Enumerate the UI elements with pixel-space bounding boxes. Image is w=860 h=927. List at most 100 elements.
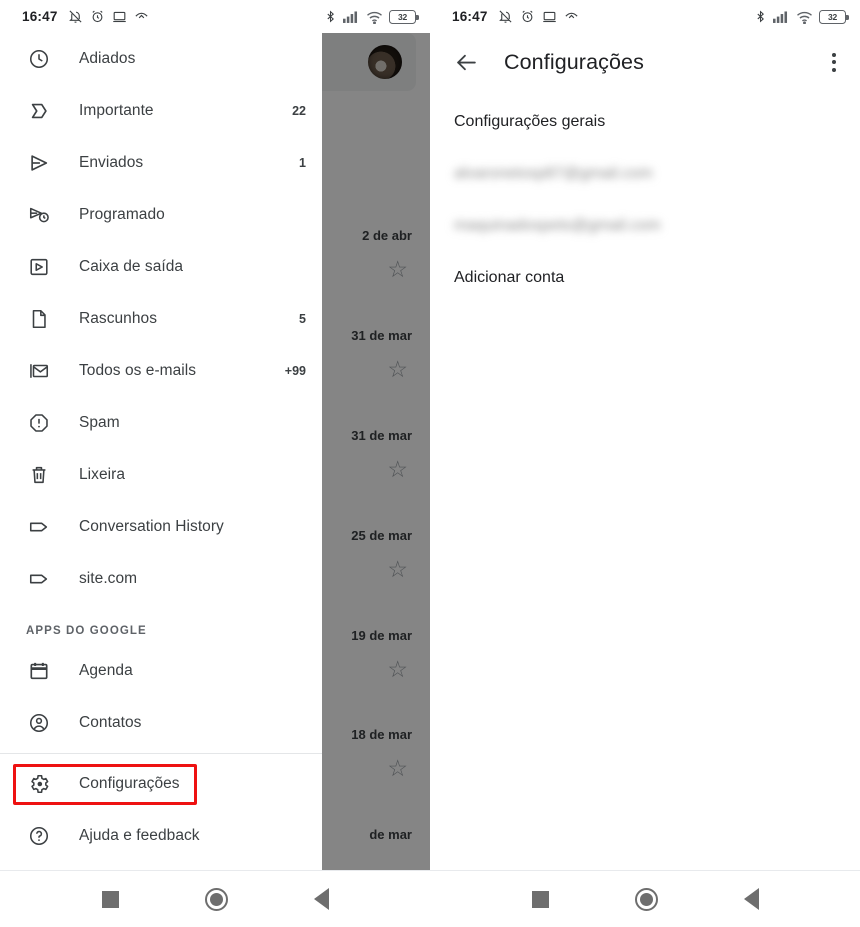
sidebar-item-label: Caixa de saída: [79, 258, 184, 275]
silent-mode-icon: [498, 9, 513, 24]
android-nav-bar-right: [430, 870, 860, 927]
status-bar-right-group: 32: [324, 9, 419, 24]
sidebar-item-count: 1: [299, 156, 306, 170]
important-icon: [26, 100, 52, 122]
sidebar-item-spam[interactable]: Spam: [0, 397, 322, 449]
cellular-signal-icon: [343, 10, 360, 24]
silent-mode-icon: [68, 9, 83, 24]
help-icon: [26, 825, 52, 847]
sidebar-item-enviados[interactable]: Enviados 1: [0, 137, 322, 189]
label-icon: [26, 516, 52, 538]
missed-call-icon: [134, 9, 149, 24]
alarm-icon: [90, 9, 105, 24]
wifi-icon: [796, 10, 813, 24]
settings-item-add-account[interactable]: Adicionar conta: [430, 252, 860, 304]
trash-icon: [26, 464, 52, 486]
alarm-icon: [520, 9, 535, 24]
clock-icon: [26, 48, 52, 70]
calendar-icon: [26, 660, 52, 682]
back-triangle-icon[interactable]: [743, 888, 759, 910]
page-title: Configurações: [504, 49, 644, 74]
home-circle-icon[interactable]: [204, 887, 228, 911]
sidebar-item-contatos[interactable]: Contatos: [0, 697, 322, 749]
sidebar-item-label: site.com: [79, 570, 138, 587]
gear-icon: [26, 773, 52, 795]
settings-item-account-1[interactable]: alvaronetosp87@gmail.com: [430, 148, 860, 200]
outbox-icon: [26, 256, 52, 278]
drawer-overlay-stack: 14 novas 2 de abr e o ☆ 31 de mar ol N ☆…: [0, 33, 430, 927]
settings-item-account-2[interactable]: maquinadospets@gmail.com: [430, 200, 860, 252]
sidebar-item-rascunhos[interactable]: Rascunhos 5: [0, 293, 322, 345]
settings-item-general[interactable]: Configurações gerais: [430, 96, 860, 148]
battery-icon: 32: [819, 9, 849, 24]
sidebar-item-label: Configurações: [79, 775, 180, 792]
sidebar-item-label: Todos os e-mails: [79, 362, 197, 379]
contacts-icon: [26, 712, 52, 734]
status-bar-left: 16:47 32: [0, 0, 430, 33]
sidebar-item-label: Rascunhos: [79, 310, 157, 327]
status-bar-right-group: 32: [754, 9, 849, 24]
sidebar-item-conversation-history[interactable]: Conversation History: [0, 501, 322, 553]
sidebar-item-site-com[interactable]: site.com: [0, 553, 322, 605]
spam-icon: [26, 412, 52, 434]
sidebar-item-programado[interactable]: Programado: [0, 189, 322, 241]
navigation-drawer: Adiados Importante 22 Enviados 1 Program…: [0, 33, 322, 927]
status-bar-left-group: 16:47: [22, 9, 149, 24]
sidebar-item-label: Programado: [79, 206, 165, 223]
overflow-menu-icon[interactable]: [826, 47, 842, 78]
sidebar-item-label: Contatos: [79, 714, 142, 731]
scheduled-icon: [26, 204, 52, 226]
status-bar-left-group: 16:47: [452, 9, 579, 24]
recents-square-icon[interactable]: [101, 890, 119, 908]
status-time: 16:47: [452, 9, 488, 24]
android-nav-bar-left: [0, 870, 430, 927]
left-screen-drawer: 16:47 32 2 de abr ☆ 31 de mar ☆ 31 de ma…: [0, 0, 430, 927]
section-header-google-apps: APPS DO GOOGLE: [26, 625, 147, 637]
battery-icon: 32: [389, 9, 419, 24]
sidebar-item-label: Adiados: [79, 50, 136, 67]
sidebar-item-configuracoes[interactable]: Configurações: [0, 758, 322, 810]
home-circle-icon[interactable]: [634, 887, 658, 911]
cellular-signal-icon: [773, 10, 790, 24]
bluetooth-icon: [754, 9, 767, 24]
drawer-divider: [0, 753, 322, 754]
sidebar-item-agenda[interactable]: Agenda: [0, 645, 322, 697]
sidebar-item-ajuda-e-feedback[interactable]: Ajuda e feedback: [0, 810, 322, 862]
sidebar-item-caixa-de-saida[interactable]: Caixa de saída: [0, 241, 322, 293]
sidebar-item-count: +99: [284, 364, 306, 378]
sidebar-item-label: Conversation History: [79, 518, 224, 535]
cast-screen-icon: [112, 9, 127, 24]
sidebar-item-count: 5: [299, 312, 306, 326]
send-icon: [26, 152, 52, 174]
sidebar-item-label: Agenda: [79, 662, 133, 679]
back-arrow-icon[interactable]: [454, 49, 480, 75]
sidebar-item-label: Ajuda e feedback: [79, 827, 200, 844]
cast-screen-icon: [542, 9, 557, 24]
settings-app-bar: Configurações: [430, 33, 860, 91]
wifi-icon: [366, 10, 383, 24]
sidebar-item-count: 22: [292, 104, 306, 118]
sidebar-item-label: Lixeira: [79, 466, 126, 483]
status-time: 16:47: [22, 9, 58, 24]
sidebar-item-todos-os-emails[interactable]: Todos os e-mails +99: [0, 345, 322, 397]
label-icon: [26, 568, 52, 590]
bluetooth-icon: [324, 9, 337, 24]
settings-item-label: maquinadospets@gmail.com: [454, 217, 661, 234]
draft-icon: [26, 308, 52, 330]
settings-item-label: alvaronetosp87@gmail.com: [454, 165, 653, 182]
sidebar-item-label: Enviados: [79, 154, 144, 171]
sidebar-item-importante[interactable]: Importante 22: [0, 85, 322, 137]
right-screen-settings: 16:47 32 Configurações Configurações ger…: [430, 0, 860, 927]
sidebar-item-lixeira[interactable]: Lixeira: [0, 449, 322, 501]
missed-call-icon: [564, 9, 579, 24]
drawer-scroll-area[interactable]: Adiados Importante 22 Enviados 1 Program…: [0, 33, 322, 927]
sidebar-item-label: Importante: [79, 102, 154, 119]
back-triangle-icon[interactable]: [313, 888, 329, 910]
settings-item-label: Configurações gerais: [454, 113, 606, 130]
dual-screenshot-container: 16:47 32 2 de abr ☆ 31 de mar ☆ 31 de ma…: [0, 0, 860, 927]
sidebar-item-adiados[interactable]: Adiados: [0, 33, 322, 85]
recents-square-icon[interactable]: [531, 890, 549, 908]
all-mail-icon: [26, 360, 52, 382]
settings-item-label: Adicionar conta: [454, 269, 565, 286]
status-bar-right: 16:47 32: [430, 0, 860, 33]
